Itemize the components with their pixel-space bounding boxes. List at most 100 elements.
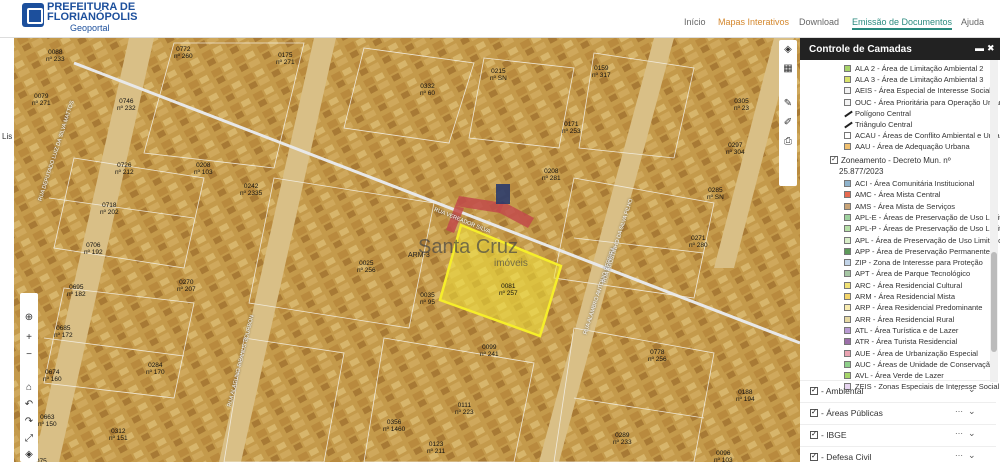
nav-emissao-documentos[interactable]: Emissão de Documentos: [852, 17, 953, 30]
group-label: - Defesa Civil: [821, 452, 872, 462]
geoportal-app: PREFEITURA DE FLORIANÓPOLIS Geoportal In…: [0, 0, 1000, 462]
zoning-header: Zoneamento - Decreto Mun. nº: [841, 156, 951, 165]
parcel-code: 0297: [728, 142, 743, 149]
zone-color-swatch: [844, 326, 851, 334]
nav-ajuda[interactable]: Ajuda: [961, 17, 984, 27]
panel-header: Controle de Camadas ▬ ✖: [800, 38, 1000, 60]
parcel-code: 0685: [56, 325, 71, 332]
chevron-down-icon[interactable]: ⌄: [968, 406, 976, 417]
parcel-number: nº 103: [714, 457, 733, 462]
close-icon[interactable]: ✖: [987, 43, 995, 54]
fullscreen-icon[interactable]: ⤢: [22, 432, 36, 446]
capture-icon[interactable]: ◈: [22, 448, 36, 462]
home-icon[interactable]: ⌂: [22, 381, 36, 395]
group-checkbox[interactable]: ✓: [810, 453, 818, 461]
city-logo-icon[interactable]: [22, 3, 44, 27]
parcel-number: nº 257: [499, 290, 518, 297]
parcel-number: nº 233: [613, 439, 632, 446]
parcel-label: 0088 nº 233: [46, 49, 65, 63]
parcel-label: 0096 nº 103: [714, 450, 733, 462]
draw-icon[interactable]: ✐: [781, 116, 795, 130]
globe-icon[interactable]: ⊕: [22, 311, 36, 325]
layer-control-panel: Controle de Camadas ▬ ✖ ALA 2 - Área de …: [800, 38, 1000, 462]
parcel-label: 0285 nº SN: [707, 187, 724, 201]
zoning-checkbox[interactable]: ✓: [830, 156, 838, 164]
parcel-label: 0772 nº 260: [174, 46, 193, 60]
group-checkbox[interactable]: ✓: [810, 431, 818, 439]
zone-color-swatch: [844, 236, 851, 244]
zoom-out-icon[interactable]: −: [22, 348, 36, 362]
zone-color-swatch: [844, 349, 851, 357]
legend-line-swatch: [844, 121, 853, 129]
more-options-icon[interactable]: ⋯: [955, 429, 963, 438]
parcel-code: 0079: [34, 93, 49, 100]
parcel-label: 0685 nº 172: [54, 325, 73, 339]
print-icon[interactable]: ⎙: [781, 135, 795, 149]
parcel-code: 0706: [86, 242, 101, 249]
zone-legend-label: ARR - Área Residencial Rural: [855, 314, 955, 324]
parcel-number: nº 2335: [240, 190, 263, 197]
top-header: PREFEITURA DE FLORIANÓPOLIS Geoportal In…: [0, 0, 1000, 38]
nav-mapas-interativos[interactable]: Mapas Interativos: [718, 17, 789, 27]
more-options-icon[interactable]: ⋯: [955, 407, 963, 416]
parcel-label: 0663 nº 150: [38, 414, 57, 428]
chevron-down-icon[interactable]: ⌄: [968, 384, 976, 395]
zone-color-swatch: [844, 202, 851, 210]
chevron-down-icon[interactable]: ⌄: [968, 428, 976, 439]
grid-icon[interactable]: ▦: [781, 62, 795, 76]
legend-item-label: ALA 2 - Área de Limitação Ambiental 2: [855, 64, 984, 73]
zoom-in-icon[interactable]: +: [22, 331, 36, 345]
legend-item-label: OUC - Área Prioritária para Operação Urb…: [855, 97, 1000, 107]
zone-color-swatch: [844, 293, 851, 300]
panel-scrollbar[interactable]: [990, 60, 998, 382]
parcel-code: 0674: [45, 369, 60, 376]
parcel-code: 0208: [196, 162, 211, 169]
parcel-code: 0035: [420, 292, 435, 299]
layer-group-row[interactable]: ✓ - IBGE ⋯ ⌄: [800, 424, 996, 444]
parcel-code: 0171: [564, 121, 579, 128]
parcel-label: 0706 nº 192: [84, 242, 103, 256]
layer-group-row[interactable]: ✓ - Ambiental ⋯ ⌄: [800, 380, 996, 400]
legend-item-label: AAU - Área de Adequação Urbana: [855, 142, 970, 152]
zone-color-swatch: [844, 360, 851, 368]
map-canvas[interactable]: ARM-3 Santa Cruz imóveis 0772 nº 260 0175 n…: [14, 38, 800, 462]
scrollbar-thumb[interactable]: [991, 252, 997, 352]
minimize-icon[interactable]: ▬: [975, 43, 984, 53]
parcel-label: 0175 nº 271: [276, 52, 295, 66]
group-checkbox[interactable]: ✓: [810, 409, 818, 417]
group-checkbox[interactable]: ✓: [810, 387, 818, 395]
parcel-label: 0674 nº 160: [43, 369, 62, 383]
parcel-number: nº 271: [276, 59, 295, 66]
parcel-label: 0778 nº 256: [648, 349, 667, 363]
legend-color-swatch: [844, 98, 851, 106]
chevron-down-icon[interactable]: ⌄: [968, 450, 976, 461]
parcel-label: 0171 nº 253: [562, 121, 581, 135]
undo-icon[interactable]: ↶: [22, 398, 36, 412]
zone-color-swatch: [844, 315, 851, 323]
parcel-number: nº 232: [117, 105, 136, 112]
parcel-number: nº 233: [46, 56, 65, 63]
parcel-number: nº 241: [480, 351, 499, 358]
more-options-icon[interactable]: ⋯: [955, 385, 963, 394]
parcel-code: 0271: [691, 235, 706, 242]
parcel-number: nº 253: [562, 128, 581, 135]
nav-inicio[interactable]: Início: [684, 17, 706, 27]
nav-download[interactable]: Download: [799, 17, 839, 27]
more-options-icon[interactable]: ⋯: [955, 451, 963, 460]
parcel-number: nº 150: [38, 421, 57, 428]
parcel-code: 0356: [386, 419, 402, 426]
parcel-code: 0270: [179, 279, 194, 286]
measure-icon[interactable]: ✎: [781, 97, 795, 111]
legend-item-label: AEIS - Área Especial de Interesse Social: [855, 86, 991, 96]
parcel-number: nº 202: [100, 209, 119, 216]
redo-icon[interactable]: ↷: [22, 415, 36, 429]
zone-legend-label: APP - Área de Preservação Permanente: [855, 246, 990, 256]
layer-group-row[interactable]: ✓ - Defesa Civil ⋯ ⌄: [800, 446, 996, 462]
parcel-label: 0746 nº 232: [117, 98, 136, 112]
legend-color-swatch: [844, 76, 851, 84]
parcel-number: nº 317: [592, 72, 611, 79]
layer-group-row[interactable]: ✓ - Áreas Públicas ⋯ ⌄: [800, 402, 996, 422]
parcel-code: 0663: [40, 414, 55, 421]
zone-color-swatch: [844, 213, 851, 221]
layers-icon[interactable]: ◈: [781, 43, 795, 57]
